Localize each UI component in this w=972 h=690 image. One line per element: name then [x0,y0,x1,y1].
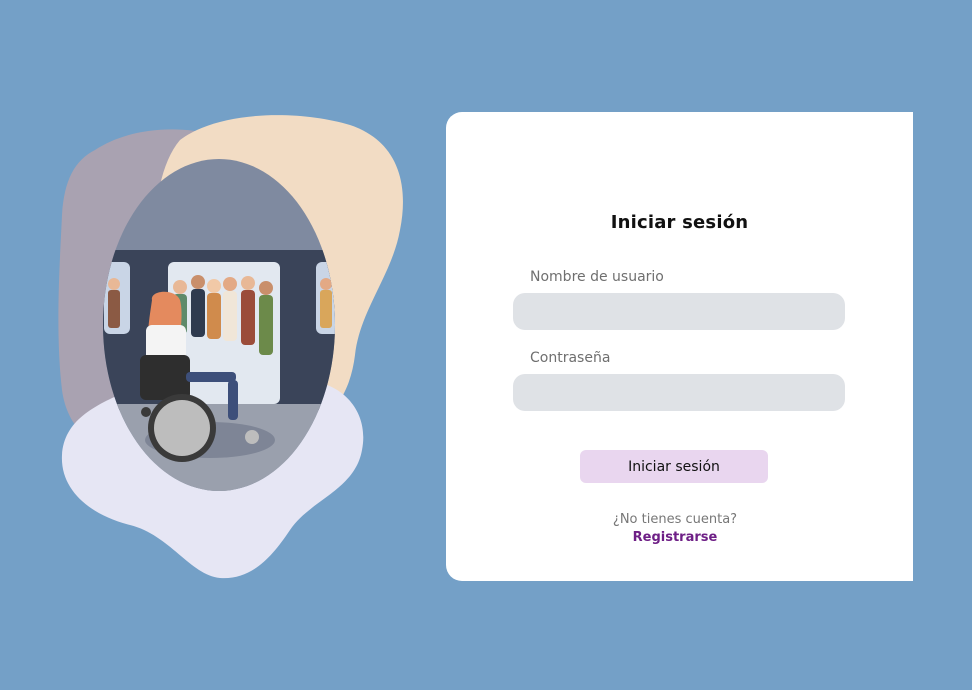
register-link[interactable]: Registrarse [446,530,904,545]
password-input[interactable] [513,374,845,411]
subway-illustration [58,115,403,579]
no-account-text: ¿No tienes cuenta? [612,512,738,527]
login-card: Iniciar sesión Nombre de usuario Contras… [446,112,913,581]
login-button[interactable]: Iniciar sesión [580,450,768,483]
username-label: Nombre de usuario [530,269,664,285]
password-label: Contraseña [530,350,611,366]
login-page: Iniciar sesión Nombre de usuario Contras… [0,0,972,690]
username-input[interactable] [513,293,845,330]
login-title: Iniciar sesión [610,212,749,233]
